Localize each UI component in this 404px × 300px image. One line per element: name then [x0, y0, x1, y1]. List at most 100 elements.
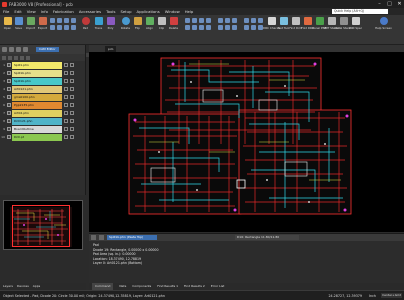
tab-command[interactable]: Command	[92, 283, 114, 290]
layer-tool-icon[interactable]	[9, 47, 14, 52]
layer-option-icon[interactable]	[20, 55, 24, 60]
find-drill-button[interactable]: Find Drill	[289, 17, 302, 36]
workspace-tool-icon[interactable]	[57, 25, 62, 30]
utility-icon[interactable]	[258, 18, 263, 23]
help-screen-button[interactable]: Help Screen	[375, 17, 392, 36]
drc-checks-button[interactable]: DRC Checks	[263, 17, 280, 36]
menu-view[interactable]: View	[27, 9, 36, 14]
zoom-icon[interactable]	[199, 25, 204, 30]
drill-spec-button[interactable]: Drill Spec	[349, 17, 362, 36]
layer-visibility-checkbox[interactable]	[7, 95, 11, 99]
layer-flag[interactable]	[70, 111, 74, 115]
utility-icon[interactable]	[244, 25, 249, 30]
info-layer-dropdown[interactable]: Spill1b.phn (Paste Top)	[107, 235, 157, 240]
info-item-dropdown[interactable]: D16: Rectangle 11.80/11.80	[235, 235, 299, 240]
net-tool-button[interactable]: Net Tool	[278, 17, 289, 36]
menu-help[interactable]: Help	[185, 9, 194, 14]
utility-icon[interactable]	[244, 18, 249, 23]
workspace-tool-icon[interactable]	[64, 25, 69, 30]
layer-visibility-checkbox[interactable]	[7, 111, 11, 115]
zoom-icon[interactable]	[185, 25, 190, 30]
layer-visibility-checkbox[interactable]	[7, 87, 11, 91]
menu-window[interactable]: Window	[165, 9, 180, 14]
layer-flag[interactable]	[64, 95, 68, 99]
layer-tool-icon[interactable]	[23, 47, 28, 52]
select-icon[interactable]	[225, 18, 230, 23]
tab-error-list[interactable]: Error List	[211, 283, 225, 290]
utility-icon[interactable]	[251, 18, 256, 23]
layer-visibility-checkbox[interactable]	[7, 63, 11, 67]
layer-row[interactable]: 7 Art02.phn	[0, 109, 86, 117]
trace-button[interactable]: Trace	[93, 17, 104, 36]
pcb-canvas[interactable]	[89, 52, 404, 232]
layer-flag[interactable]	[70, 79, 74, 83]
tab-components[interactable]: Components	[132, 283, 151, 290]
layer-row[interactable]: 3 Spill1b.phn	[0, 77, 86, 85]
open-button[interactable]: Open	[2, 17, 13, 36]
delete-button[interactable]: Delete	[168, 17, 179, 36]
layer-row[interactable]: 5 gms0100.phn	[0, 93, 86, 101]
menu-applications[interactable]: Applications	[137, 9, 160, 14]
layer-flag[interactable]	[70, 135, 74, 139]
layer-visibility-checkbox[interactable]	[7, 119, 11, 123]
layer-flag[interactable]	[70, 71, 74, 75]
layer-flag[interactable]	[64, 111, 68, 115]
workspace-tool-icon[interactable]	[71, 25, 76, 30]
layer-flag[interactable]	[64, 79, 68, 83]
menu-edit[interactable]: Edit	[14, 9, 21, 14]
layer-flag[interactable]	[64, 71, 68, 75]
workspace-tool-icon[interactable]	[71, 18, 76, 23]
layer-visibility-checkbox[interactable]	[7, 127, 11, 131]
layer-row[interactable]: 8 Drill121.phn	[0, 117, 86, 125]
quick-help-input[interactable]: Quick Help (Alt+Q)	[332, 9, 388, 14]
layer-visibility-checkbox[interactable]	[7, 79, 11, 83]
layer-flag[interactable]	[70, 87, 74, 91]
menu-setup[interactable]: Setup	[120, 9, 131, 14]
cam-editor-button[interactable]: CAM Editor	[36, 47, 59, 52]
workspace-tool-icon[interactable]	[50, 18, 55, 23]
layer-row[interactable]: 10 Drill.pt	[0, 133, 86, 141]
zoom-icon[interactable]	[199, 18, 204, 23]
export-button[interactable]: Export	[37, 17, 48, 36]
layer-flag[interactable]	[64, 87, 68, 91]
layer-flag[interactable]	[70, 127, 74, 131]
tab-devices[interactable]: Devices	[17, 283, 29, 290]
layer-option-icon[interactable]	[8, 55, 12, 60]
layer-row[interactable]: 6 Pgp2135.phn	[0, 101, 86, 109]
flip-button[interactable]: Flip	[132, 17, 143, 36]
layer-flag[interactable]	[64, 103, 68, 107]
layer-option-icon[interactable]	[14, 55, 18, 60]
workspace-tool-icon[interactable]	[57, 18, 62, 23]
tab-find-results-1[interactable]: Find Results 1	[157, 283, 178, 290]
layer-flag[interactable]	[64, 63, 68, 67]
overview-thumbnail[interactable]	[3, 200, 83, 250]
layer-row[interactable]: 2 Spill1b.phn	[0, 69, 86, 77]
layer-tool-icon[interactable]	[2, 47, 7, 52]
tab-nets[interactable]: Nets	[119, 283, 126, 290]
import-button[interactable]: Import	[25, 17, 36, 36]
layer-flag[interactable]	[70, 95, 74, 99]
fold-drc-button[interactable]: Fold DRC	[301, 17, 314, 36]
minimize-icon[interactable]: –	[376, 1, 383, 7]
layer-flag[interactable]	[64, 127, 68, 131]
layer-flag[interactable]	[70, 63, 74, 67]
zoom-icon[interactable]	[192, 25, 197, 30]
workspace-tool-icon[interactable]	[64, 18, 69, 23]
layer-row[interactable]: 1 Spill1.phn	[0, 61, 86, 69]
layer-row[interactable]: 4 Art0121.phn	[0, 85, 86, 93]
info-tool-icon[interactable]	[91, 235, 96, 240]
layer-visibility-checkbox[interactable]	[7, 71, 11, 75]
pad-button[interactable]: Pad	[80, 17, 91, 36]
menu-tools[interactable]: Tools	[106, 9, 115, 14]
layer-row[interactable]: 9 BoardOutline	[0, 125, 86, 133]
info-tool-icon[interactable]	[99, 235, 104, 240]
close-icon[interactable]: ✕	[396, 1, 403, 7]
select-icon[interactable]	[218, 18, 223, 23]
menu-file[interactable]: File	[3, 9, 9, 14]
utility-icon[interactable]	[251, 25, 256, 30]
select-icon[interactable]	[218, 25, 223, 30]
clip-button[interactable]: Clip	[156, 17, 167, 36]
layer-visibility-checkbox[interactable]	[7, 103, 11, 107]
workspace-tool-icon[interactable]	[50, 25, 55, 30]
maximize-icon[interactable]: □	[386, 1, 393, 7]
